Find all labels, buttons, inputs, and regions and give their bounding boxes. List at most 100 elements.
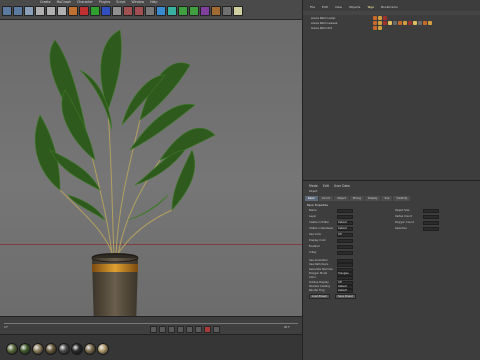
tab-basic[interactable]: Basic [305,196,318,201]
attr-field[interactable]: Default [337,289,353,294]
attr-field[interactable] [337,239,353,243]
attr-field[interactable]: Default [337,221,353,225]
rotate-icon[interactable] [57,6,67,16]
z-axis-icon[interactable] [101,6,111,16]
om-menu-bookmarks[interactable]: Bookmarks [381,5,398,9]
material-swatch[interactable] [19,343,31,355]
material-swatch[interactable] [32,343,44,355]
nurbs-icon[interactable] [178,6,188,16]
attr-field[interactable] [337,215,353,219]
light-icon[interactable] [233,6,243,16]
palm-plant-render [34,29,216,316]
material-tag-icon[interactable] [373,15,377,20]
attr-field[interactable]: Default [337,227,353,231]
attr-field[interactable]: Off [337,233,353,237]
om-menu-file[interactable]: File [310,5,315,9]
attr-menu-mode[interactable]: Mode [309,184,318,188]
render-pic-icon[interactable] [134,6,144,16]
attr-field[interactable] [423,227,439,231]
material-tag-icon[interactable] [383,20,387,25]
y-axis-icon[interactable] [90,6,100,16]
tab-coord[interactable]: Coord. [318,196,334,201]
tab-visibility[interactable]: Visibility [393,196,411,201]
redo-icon[interactable] [13,6,23,16]
object-icon[interactable] [68,6,78,16]
material-swatch[interactable] [97,343,109,355]
menu-character[interactable]: Character [77,0,93,4]
material-swatch[interactable] [6,343,18,355]
editor-viewport[interactable] [0,20,302,316]
tab-sub[interactable]: Sub [381,196,393,201]
material-swatch[interactable] [58,343,70,355]
material-tag-icon[interactable] [398,20,402,25]
record-icon[interactable] [204,325,211,333]
coordinate-icon[interactable] [112,6,122,16]
material-tag-icon[interactable] [403,20,407,25]
material-swatch[interactable] [45,343,57,355]
tab-display[interactable]: Display [364,196,381,201]
array-icon[interactable] [189,6,199,16]
material-tag-icon[interactable] [393,20,397,25]
prev-frame-icon[interactable] [159,325,166,333]
attr-field[interactable] [423,215,439,219]
material-tag-icon[interactable] [378,25,382,30]
attr-label: Selection [395,227,407,230]
material-tag-icon[interactable] [378,20,382,25]
om-menu-objects[interactable]: Objects [349,5,360,9]
attr-object-label: Object [309,190,318,193]
play-reverse-icon[interactable] [168,325,175,333]
render-view-icon[interactable] [123,6,133,16]
om-menu-tags[interactable]: Tags [367,5,374,9]
menu-plugins[interactable]: Plugins [99,0,110,4]
scene-icon[interactable] [211,6,221,16]
deformer-icon[interactable] [200,6,210,16]
attr-menu-userdata[interactable]: User Data [334,184,350,188]
material-tag-icon[interactable] [423,20,427,25]
tab-object[interactable]: Object [334,196,349,201]
scale-icon[interactable] [46,6,56,16]
attr-menu-edit[interactable]: Edit [323,184,329,188]
main-menu: Create MoGraph Character Plugins Script … [0,0,157,4]
cube-icon[interactable] [156,6,166,16]
play-icon[interactable] [177,325,184,333]
object-row[interactable]: Areca Palm Pot [303,25,480,30]
attr-field[interactable] [337,251,353,255]
menu-help[interactable]: Help [150,0,157,4]
menu-create[interactable]: Create [40,0,51,4]
material-swatch[interactable] [71,343,83,355]
om-menu-view[interactable]: View [335,5,342,9]
live-select-icon[interactable] [24,6,34,16]
material-tag-icon[interactable] [428,20,432,25]
menu-mograph[interactable]: MoGraph [57,0,71,4]
menu-script[interactable]: Script [116,0,125,4]
undo-icon[interactable] [2,6,12,16]
material-tag-icon[interactable] [378,15,382,20]
move-icon[interactable] [35,6,45,16]
save-preset-button[interactable]: Save Preset [335,294,356,299]
attr-field[interactable] [337,209,353,213]
material-tag-icon[interactable] [373,20,377,25]
key-icon[interactable] [213,325,220,333]
material-tag-icon[interactable] [383,15,387,20]
tab-phong[interactable]: Phong [349,196,364,201]
attr-field[interactable] [423,221,439,225]
material-tag-icon[interactable] [388,20,392,25]
load-preset-button[interactable]: Load Preset [309,294,330,299]
material-tag-icon[interactable] [373,25,377,30]
next-frame-icon[interactable] [186,325,193,333]
material-swatch[interactable] [84,343,96,355]
goto-start-icon[interactable] [150,325,157,333]
goto-end-icon[interactable] [195,325,202,333]
material-tag-icon[interactable] [413,20,417,25]
attr-field[interactable] [337,245,353,249]
material-tag-icon[interactable] [418,20,422,25]
attr-field[interactable] [423,209,439,213]
spline-icon[interactable] [167,6,177,16]
x-axis-icon[interactable] [79,6,89,16]
material-tag-icon[interactable] [408,20,412,25]
attr-label: Outline Display [309,280,329,284]
menu-window[interactable]: Window [132,0,145,4]
camera-icon[interactable] [222,6,232,16]
render-settings-icon[interactable] [145,6,155,16]
om-menu-edit[interactable]: Edit [322,5,328,9]
